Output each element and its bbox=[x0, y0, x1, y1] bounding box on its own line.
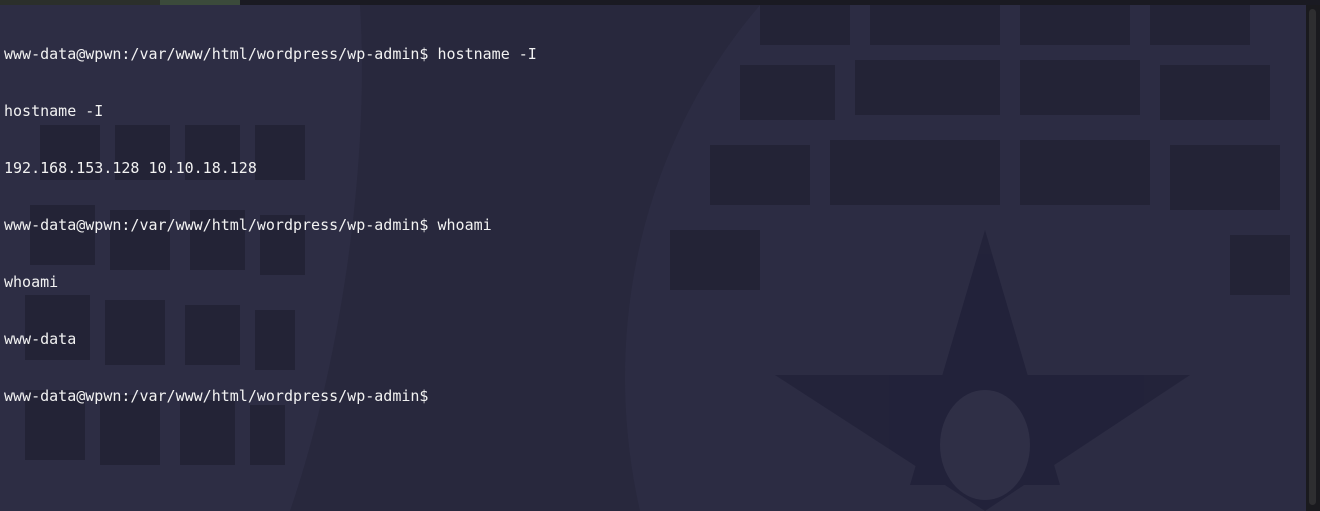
terminal-line: www-data@wpwn:/var/www/html/wordpress/wp… bbox=[4, 45, 537, 63]
terminal-line: whoami bbox=[4, 273, 59, 291]
terminal-prompt[interactable]: www-data@wpwn:/var/www/html/wordpress/wp… bbox=[4, 387, 537, 406]
terminal-window[interactable]: www-data@wpwn:/var/www/html/wordpress/wp… bbox=[0, 0, 1320, 511]
terminal-output[interactable]: www-data@wpwn:/var/www/html/wordpress/wp… bbox=[4, 7, 537, 444]
terminal-line: 192.168.153.128 10.10.18.128 bbox=[4, 159, 257, 177]
terminal-line: www-data bbox=[4, 330, 77, 348]
terminal-line: hostname -I bbox=[4, 102, 104, 120]
scrollbar-thumb[interactable] bbox=[1309, 9, 1316, 505]
scrollbar[interactable] bbox=[1306, 5, 1320, 511]
terminal-line: www-data@wpwn:/var/www/html/wordpress/wp… bbox=[4, 216, 492, 234]
